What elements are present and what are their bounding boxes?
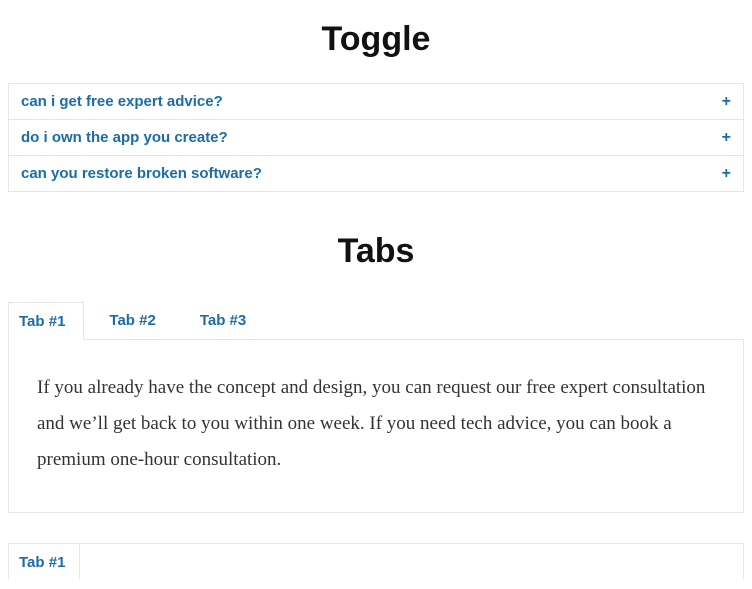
tabbar: Tab #1 Tab #2 Tab #3 bbox=[8, 301, 744, 340]
tab-1[interactable]: Tab #1 bbox=[8, 302, 84, 340]
accordion-label: can you restore broken software? bbox=[21, 165, 262, 182]
toggle-heading: Toggle bbox=[8, 20, 744, 59]
accordion-item[interactable]: can you restore broken software? + bbox=[9, 156, 743, 192]
accordion-label: can i get free expert advice? bbox=[21, 93, 223, 110]
tab-3[interactable]: Tab #3 bbox=[189, 301, 265, 339]
tab-2[interactable]: Tab #2 bbox=[98, 301, 174, 339]
accordion-label: do i own the app you create? bbox=[21, 129, 228, 146]
accordion-item[interactable]: do i own the app you create? + bbox=[9, 120, 743, 156]
plus-icon: + bbox=[722, 94, 731, 110]
accordion: can i get free expert advice? + do i own… bbox=[8, 83, 744, 192]
accordion-item[interactable]: can i get free expert advice? + bbox=[9, 84, 743, 120]
tabs-heading: Tabs bbox=[8, 232, 744, 271]
tab-panel: If you already have the concept and desi… bbox=[8, 340, 744, 513]
tab-1[interactable]: Tab #1 bbox=[9, 544, 80, 579]
plus-icon: + bbox=[722, 166, 731, 182]
plus-icon: + bbox=[722, 130, 731, 146]
tabbar-secondary: Tab #1 bbox=[8, 543, 744, 579]
